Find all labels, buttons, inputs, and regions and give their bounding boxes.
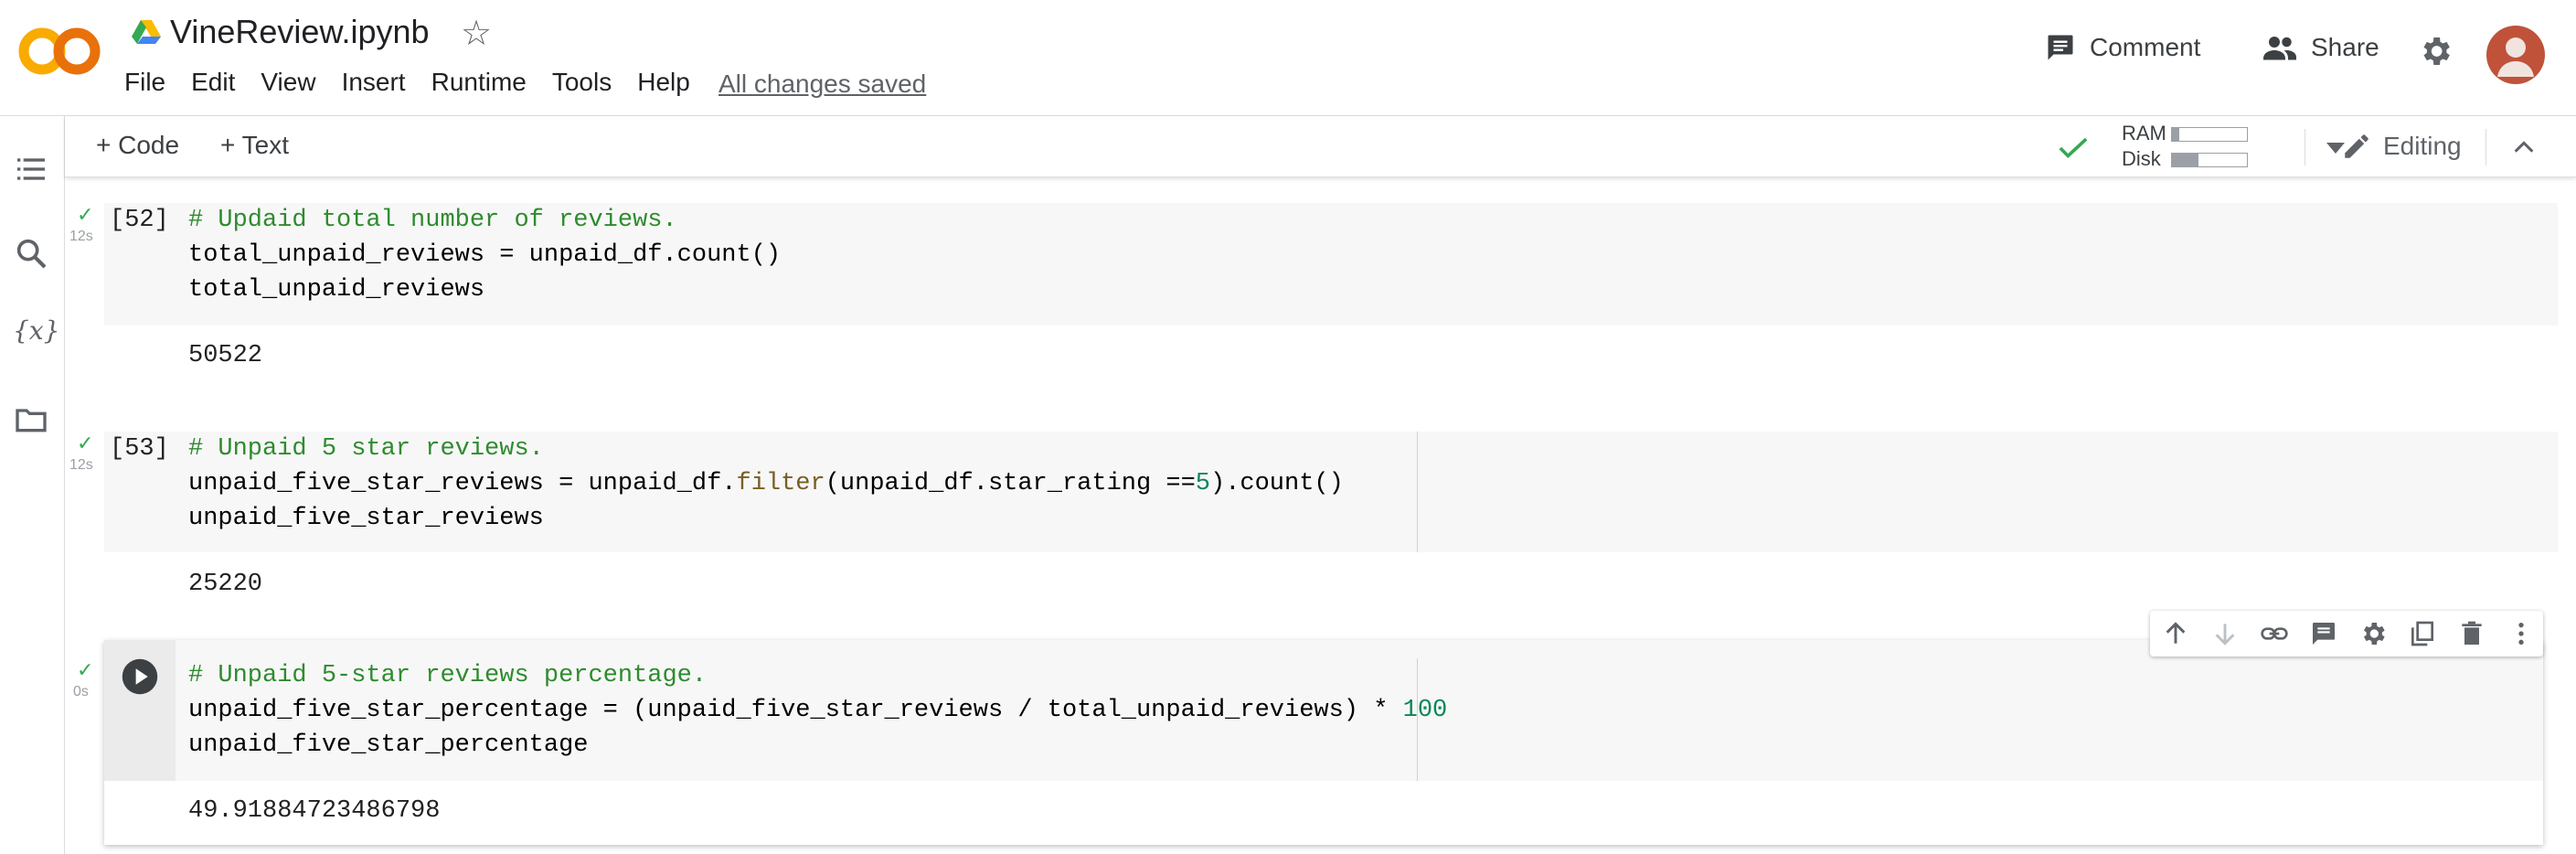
star-icon[interactable]: ☆ xyxy=(461,13,492,54)
code-line[interactable]: # Unpaid 5 star reviews. xyxy=(188,435,544,463)
menu-bar: File Edit View Insert Runtime Tools Help xyxy=(124,68,716,97)
menu-runtime[interactable]: Runtime xyxy=(431,68,527,97)
editing-mode-button[interactable]: Editing xyxy=(2341,131,2462,162)
cell-exec-time: 0s xyxy=(73,684,89,699)
cell-success-check-icon: ✓ xyxy=(77,432,94,454)
comment-icon xyxy=(2048,35,2073,60)
code-line[interactable]: unpaid_five_star_reviews = unpaid_df.fil… xyxy=(188,470,1344,497)
notebook-title[interactable]: VineReview.ipynb xyxy=(170,13,430,51)
editing-label: Editing xyxy=(2383,132,2462,160)
cell-exec-time: 12s xyxy=(69,457,93,473)
cell-output: 49.91884723486798 xyxy=(188,797,441,825)
menu-tools[interactable]: Tools xyxy=(552,68,612,97)
code-token: unpaid_five_star_percentage = (unpaid_fi… xyxy=(188,697,1403,724)
folder-icon[interactable] xyxy=(13,401,49,438)
code-token-number: 100 xyxy=(1402,697,1448,724)
pencil-icon xyxy=(2345,134,2368,158)
ram-label: RAM xyxy=(2122,122,2166,144)
code-line[interactable]: # Updaid total number of reviews. xyxy=(188,207,677,234)
top-header: VineReview.ipynb ☆ File Edit View Insert… xyxy=(0,0,2576,116)
execution-count: [53] xyxy=(110,435,169,463)
link-icon[interactable] xyxy=(2260,619,2289,648)
line-length-ruler xyxy=(1417,432,1418,552)
variables-icon[interactable]: {x} xyxy=(13,315,59,352)
connected-check-icon xyxy=(2059,137,2088,159)
search-icon[interactable] xyxy=(13,235,49,272)
colab-logo[interactable] xyxy=(18,26,101,77)
cell-output: 25220 xyxy=(188,571,263,598)
execution-count: [52] xyxy=(110,207,169,234)
disk-label: Disk xyxy=(2122,147,2161,170)
menu-help[interactable]: Help xyxy=(637,68,690,97)
chevron-up-icon[interactable] xyxy=(2511,134,2537,160)
cell-success-check-icon: ✓ xyxy=(77,658,94,681)
left-sidebar: {x} xyxy=(0,116,65,854)
share-label: Share xyxy=(2311,33,2379,61)
cell-toolbar xyxy=(2150,611,2543,657)
cell-output: 50522 xyxy=(188,342,263,369)
code-line[interactable]: # Unpaid 5-star reviews percentage. xyxy=(188,662,707,689)
code-line[interactable]: total_unpaid_reviews = unpaid_df.count() xyxy=(188,241,781,269)
comment-label: Comment xyxy=(2090,33,2201,61)
add-text-button[interactable]: + Text xyxy=(220,131,289,160)
resource-monitor[interactable]: RAM Disk xyxy=(2058,120,2345,173)
cell-exec-time: 12s xyxy=(69,229,93,244)
cell-success-check-icon: ✓ xyxy=(77,203,94,226)
add-code-button[interactable]: + Code xyxy=(96,131,179,160)
notebook-toolbar: + Code + Text RAM Disk Editing xyxy=(65,116,2576,177)
menu-insert[interactable]: Insert xyxy=(342,68,406,97)
code-line[interactable]: unpaid_five_star_percentage = (unpaid_fi… xyxy=(188,697,1447,724)
code-token: unpaid_five_star_reviews = unpaid_df. xyxy=(188,470,737,497)
avatar[interactable] xyxy=(2486,26,2545,84)
trash-icon[interactable] xyxy=(2457,619,2486,648)
code-line[interactable]: unpaid_five_star_reviews xyxy=(188,505,544,532)
more-vert-icon[interactable] xyxy=(2507,619,2536,648)
code-line[interactable]: total_unpaid_reviews xyxy=(188,276,484,304)
code-token-function: filter xyxy=(736,470,825,497)
code-token-number: 5 xyxy=(1195,470,1210,497)
menu-view[interactable]: View xyxy=(261,68,315,97)
gear-icon[interactable] xyxy=(2417,33,2454,69)
people-icon xyxy=(2263,37,2296,60)
mirror-cell-icon[interactable] xyxy=(2408,619,2437,648)
share-button[interactable]: Share xyxy=(2262,31,2379,64)
disk-usage-fill xyxy=(2172,154,2198,166)
save-status[interactable]: All changes saved xyxy=(719,69,926,99)
comment-button[interactable]: Comment xyxy=(2044,31,2200,64)
gear-icon[interactable] xyxy=(2358,619,2388,648)
user-avatar-icon xyxy=(2497,37,2534,77)
disk-usage-bar xyxy=(2171,153,2248,167)
move-down-icon[interactable] xyxy=(2210,619,2240,648)
ram-usage-bar xyxy=(2171,127,2248,142)
move-up-icon[interactable] xyxy=(2161,619,2190,648)
code-token: ).count() xyxy=(1210,470,1344,497)
code-line[interactable]: unpaid_five_star_percentage xyxy=(188,731,588,759)
ram-usage-fill xyxy=(2172,128,2180,141)
menu-file[interactable]: File xyxy=(124,68,165,97)
menu-edit[interactable]: Edit xyxy=(191,68,235,97)
code-token: (unpaid_df.star_rating == xyxy=(825,470,1196,497)
table-of-contents-icon[interactable] xyxy=(13,151,49,187)
play-circle-icon[interactable] xyxy=(121,657,159,696)
google-drive-icon[interactable] xyxy=(132,18,161,46)
comment-icon[interactable] xyxy=(2309,619,2338,648)
